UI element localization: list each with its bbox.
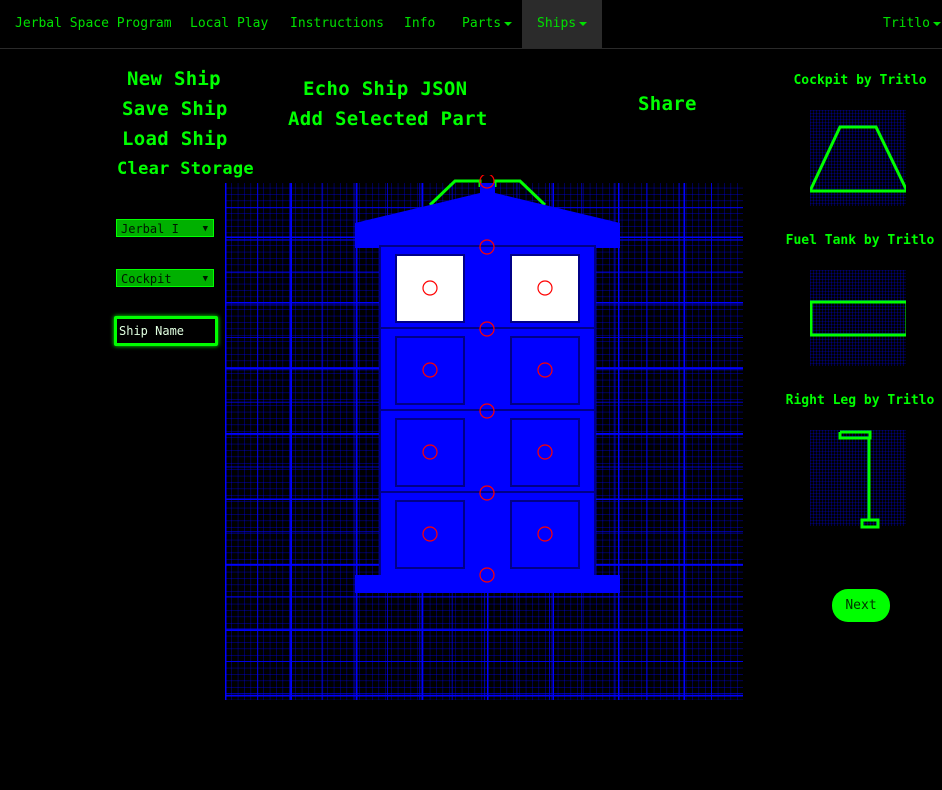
nav-info[interactable]: Info xyxy=(404,0,435,48)
nav-parts-label: Parts xyxy=(462,16,502,31)
dropdown-arrow-icon: ▼ xyxy=(202,274,208,284)
nav-ships[interactable]: Ships xyxy=(522,0,603,48)
part-label-cockpit: Cockpit by Tritlo xyxy=(793,73,927,88)
ship-name-input[interactable] xyxy=(114,316,218,346)
nav-ships-label: Ships xyxy=(537,16,577,31)
chevron-down-icon xyxy=(932,21,941,26)
part-select[interactable]: Cockpit ▼ xyxy=(116,269,214,287)
ship-canvas[interactable] xyxy=(225,173,743,700)
nav-user-menu[interactable]: Tritlo xyxy=(883,0,941,48)
next-button[interactable]: Next xyxy=(832,589,890,622)
chevron-down-icon xyxy=(504,21,513,26)
part-thumb-fuel-tank[interactable] xyxy=(809,270,909,366)
add-part-link[interactable]: Add Selected Part xyxy=(288,108,488,130)
door-panel xyxy=(395,500,465,569)
door-panel xyxy=(395,418,465,487)
cockpit-shape-icon xyxy=(807,110,910,206)
door-panel xyxy=(510,418,580,487)
door-panel xyxy=(395,336,465,405)
top-nav: Jerbal Space Program Local Play Instruct… xyxy=(0,0,942,49)
brand-link[interactable]: Jerbal Space Program xyxy=(15,0,172,48)
nav-parts[interactable]: Parts xyxy=(462,0,513,48)
share-link[interactable]: Share xyxy=(638,93,697,115)
ship-select[interactable]: Jerbal I ▼ xyxy=(116,219,214,237)
echo-json-link[interactable]: Echo Ship JSON xyxy=(303,78,467,100)
part-label-right-leg: Right Leg by Tritlo xyxy=(785,393,935,408)
part-thumb-right-leg[interactable] xyxy=(810,430,906,529)
chevron-down-icon xyxy=(579,21,588,26)
nav-instructions[interactable]: Instructions xyxy=(290,0,384,48)
ship-select-value: Jerbal I xyxy=(121,222,179,236)
window-panel xyxy=(510,254,580,323)
nav-local-play[interactable]: Local Play xyxy=(190,0,268,48)
part-label-fuel-tank: Fuel Tank by Tritlo xyxy=(785,233,935,248)
load-ship-link[interactable]: Load Ship xyxy=(122,128,228,150)
dropdown-arrow-icon: ▼ xyxy=(202,224,208,234)
new-ship-link[interactable]: New Ship xyxy=(127,68,221,90)
part-thumb-cockpit[interactable] xyxy=(807,110,910,206)
door-panel xyxy=(510,500,580,569)
user-name: Tritlo xyxy=(883,16,930,31)
save-ship-link[interactable]: Save Ship xyxy=(122,98,228,120)
ship-base xyxy=(355,575,620,593)
leg-shape-icon xyxy=(810,430,906,529)
door-panel xyxy=(510,336,580,405)
part-select-value: Cockpit xyxy=(121,272,172,286)
fuel-tank-shape-icon xyxy=(809,270,909,366)
window-panel xyxy=(395,254,465,323)
ship-canvas-svg[interactable] xyxy=(225,173,743,700)
